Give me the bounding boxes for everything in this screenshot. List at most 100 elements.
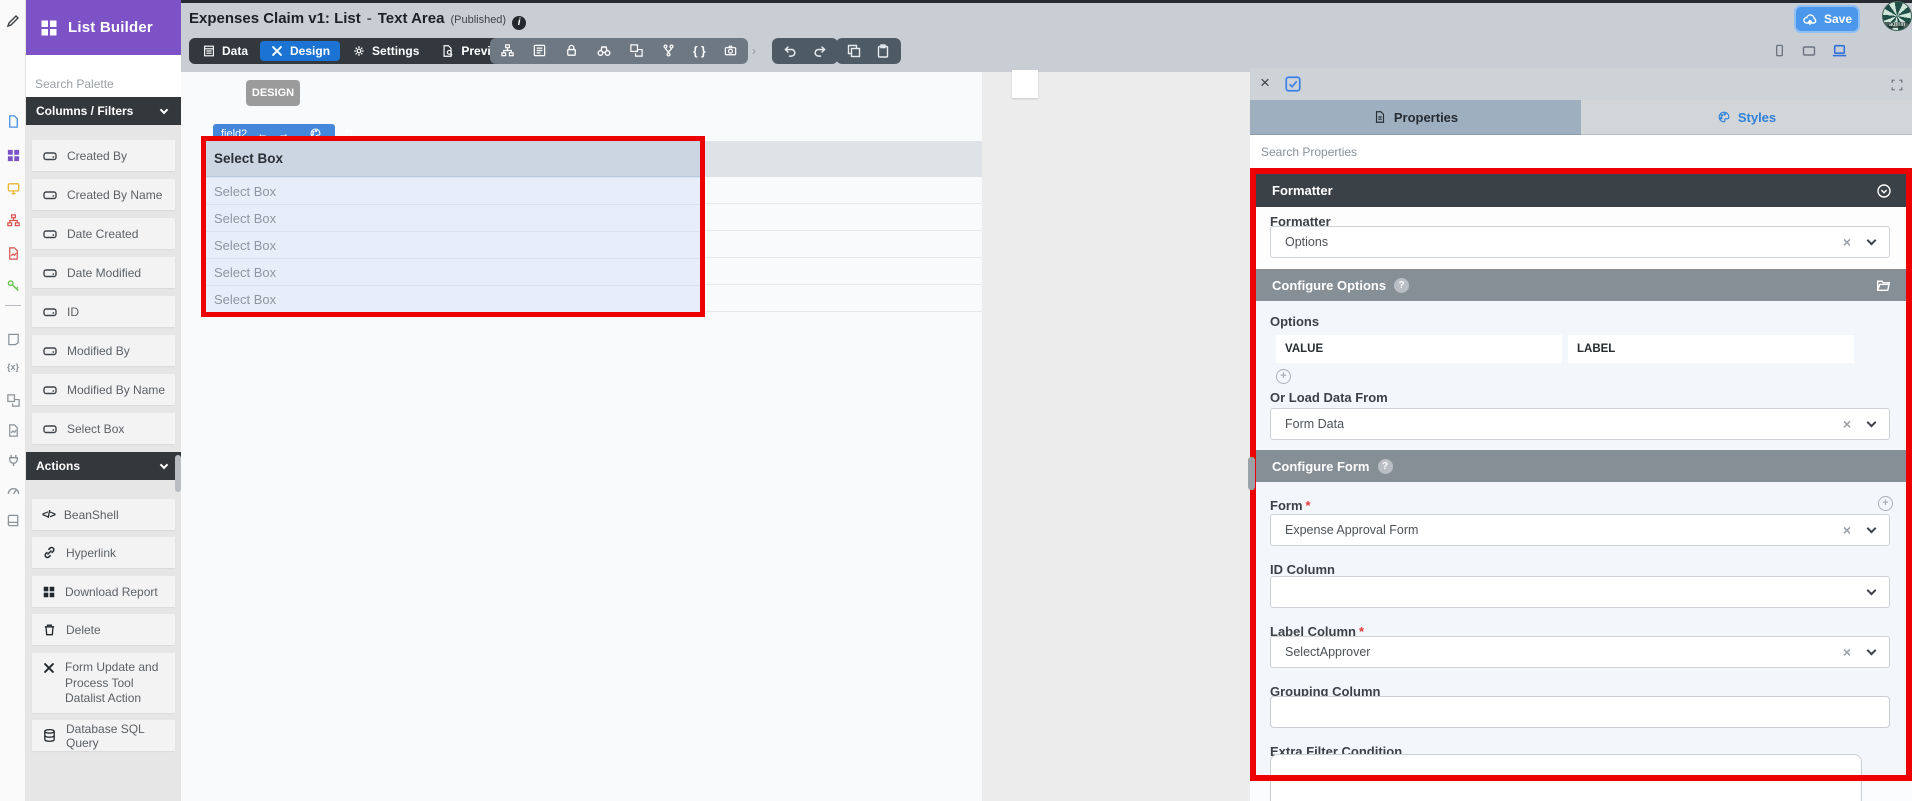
- palette-item-label: Created By: [67, 148, 128, 163]
- actions-section-header[interactable]: Actions: [26, 452, 181, 480]
- json-braces-icon[interactable]: { }: [693, 44, 706, 58]
- toolbar-collapse-icon[interactable]: ›: [752, 44, 756, 58]
- form-builder-icon[interactable]: [5, 113, 21, 129]
- apply-check-icon[interactable]: [1284, 75, 1302, 93]
- breadcrumb: Expenses Claim v1: List - Text Area (Pub…: [189, 10, 527, 30]
- avatar-name: admin: [1883, 22, 1911, 28]
- undo-icon[interactable]: [782, 42, 798, 60]
- action-item-label: Database SQL Query: [66, 721, 145, 750]
- panel-resize-handle[interactable]: [1248, 457, 1255, 490]
- tab-properties[interactable]: Properties: [1250, 100, 1581, 135]
- copy-icon[interactable]: [846, 42, 862, 60]
- plugin-icon[interactable]: [5, 452, 21, 468]
- info-icon[interactable]: i: [512, 16, 527, 30]
- action-item-label: BeanShell: [63, 507, 119, 522]
- guide-icon[interactable]: [5, 512, 21, 528]
- form-select[interactable]: Expense Approval Form ×: [1270, 514, 1890, 546]
- properties-search-input[interactable]: [1250, 135, 1912, 168]
- tab-settings[interactable]: Settings: [342, 41, 429, 61]
- variables-icon[interactable]: {x}: [5, 362, 21, 378]
- column-drive-icon: [42, 148, 58, 164]
- clear-icon[interactable]: ×: [1843, 644, 1851, 660]
- action-item-form-update[interactable]: Form Update and Process Tool Datalist Ac…: [32, 653, 175, 713]
- clear-icon[interactable]: ×: [1843, 416, 1851, 432]
- help-icon[interactable]: ?: [1394, 277, 1410, 293]
- performance-icon[interactable]: [5, 482, 21, 498]
- tablet-preview-icon[interactable]: [1801, 42, 1817, 60]
- code-icon: </>: [42, 508, 56, 521]
- tab-data[interactable]: Data: [192, 41, 258, 61]
- redo-icon[interactable]: [812, 42, 828, 60]
- add-form-icon[interactable]: +: [1878, 496, 1893, 511]
- folder-open-icon[interactable]: [1875, 277, 1892, 294]
- builder-tools-group: { }: [490, 38, 748, 64]
- action-item-beanshell[interactable]: </> BeanShell: [32, 499, 175, 530]
- tab-styles-label: Styles: [1737, 109, 1777, 125]
- grouping-column-input[interactable]: [1270, 696, 1890, 728]
- palette-sidebar: List Builder Columns / Filters Created B…: [26, 0, 181, 801]
- design-canvas[interactable]: DESIGN field2 ← → Select Box Select Box …: [181, 72, 982, 801]
- help-icon[interactable]: ?: [1377, 458, 1393, 474]
- list-builder-icon[interactable]: [5, 147, 21, 163]
- report-icon[interactable]: [5, 245, 21, 261]
- palette-search-input[interactable]: [26, 55, 181, 97]
- add-option-icon[interactable]: +: [1276, 369, 1291, 384]
- desktop-preview-icon[interactable]: [1831, 42, 1848, 60]
- load-data-from-select[interactable]: Form Data ×: [1270, 408, 1890, 440]
- action-item-delete[interactable]: Delete: [32, 614, 175, 645]
- palette-item-date-modified[interactable]: Date Modified: [32, 257, 175, 288]
- database-icon: [42, 728, 57, 743]
- palette-item-modified-by[interactable]: Modified By: [32, 335, 175, 366]
- action-item-hyperlink[interactable]: Hyperlink: [32, 537, 175, 568]
- notes-icon[interactable]: [5, 331, 21, 347]
- edit-icon[interactable]: [5, 12, 21, 28]
- avatar[interactable]: admin: [1882, 1, 1912, 31]
- field-ids-icon[interactable]: [532, 42, 547, 60]
- collapse-section-icon[interactable]: [1876, 182, 1892, 199]
- structure-tree-icon[interactable]: [500, 42, 515, 60]
- log-file-icon[interactable]: [5, 422, 21, 438]
- columns-filters-section-header[interactable]: Columns / Filters: [26, 97, 181, 125]
- chevron-down-icon: [1866, 645, 1877, 656]
- save-button[interactable]: Save: [1794, 5, 1860, 33]
- action-item-database-sql-query[interactable]: Database SQL Query: [32, 720, 175, 751]
- permission-lock-icon[interactable]: [564, 42, 579, 60]
- id-column-select[interactable]: [1270, 576, 1890, 608]
- action-item-download-report[interactable]: Download Report: [32, 576, 175, 607]
- grid-icon: [42, 584, 56, 599]
- palette-item-label: Modified By: [67, 343, 130, 358]
- selected-column-select-box[interactable]: Select Box Select Box Select Box Select …: [201, 136, 705, 317]
- clear-icon[interactable]: ×: [1843, 234, 1851, 250]
- userview-builder-icon[interactable]: [5, 180, 21, 196]
- palette-item-date-created[interactable]: Date Created: [32, 218, 175, 249]
- app-title: List Builder: [68, 19, 153, 36]
- clear-icon[interactable]: ×: [1843, 522, 1851, 538]
- palette-item-select-box[interactable]: Select Box: [32, 413, 175, 444]
- palette-item-id[interactable]: ID: [32, 296, 175, 327]
- formatter-select[interactable]: Options ×: [1270, 226, 1890, 258]
- git-fork-icon[interactable]: [661, 42, 676, 60]
- find-binoculars-icon[interactable]: [596, 42, 612, 60]
- palette-item-label: Date Modified: [67, 265, 142, 280]
- configure-form-header[interactable]: Configure Form ?: [1256, 450, 1906, 482]
- formatter-section-header[interactable]: Formatter: [1256, 174, 1906, 207]
- paste-icon[interactable]: [875, 42, 891, 60]
- column-drive-icon: [42, 304, 58, 320]
- mobile-preview-icon[interactable]: [1772, 42, 1787, 60]
- tab-styles[interactable]: Styles: [1581, 100, 1912, 135]
- label-column-select[interactable]: SelectApprover ×: [1270, 636, 1890, 668]
- palette-item-created-by[interactable]: Created By: [32, 140, 175, 171]
- translate-icon[interactable]: [5, 392, 21, 408]
- palette-item-label: Date Created: [67, 226, 139, 241]
- expand-panel-icon[interactable]: [1890, 76, 1904, 94]
- palette-item-modified-by-name[interactable]: Modified By Name: [32, 374, 175, 405]
- tab-design[interactable]: Design: [260, 41, 341, 61]
- key-icon[interactable]: [5, 277, 21, 293]
- close-icon[interactable]: ×: [1260, 73, 1270, 93]
- palette-item-created-by-name[interactable]: Created By Name: [32, 179, 175, 210]
- title-dash: -: [366, 10, 372, 27]
- process-builder-icon[interactable]: [5, 212, 21, 228]
- screenshot-camera-icon[interactable]: [723, 42, 738, 60]
- configure-options-header[interactable]: Configure Options ?: [1256, 269, 1906, 301]
- translate-icon[interactable]: [629, 42, 644, 60]
